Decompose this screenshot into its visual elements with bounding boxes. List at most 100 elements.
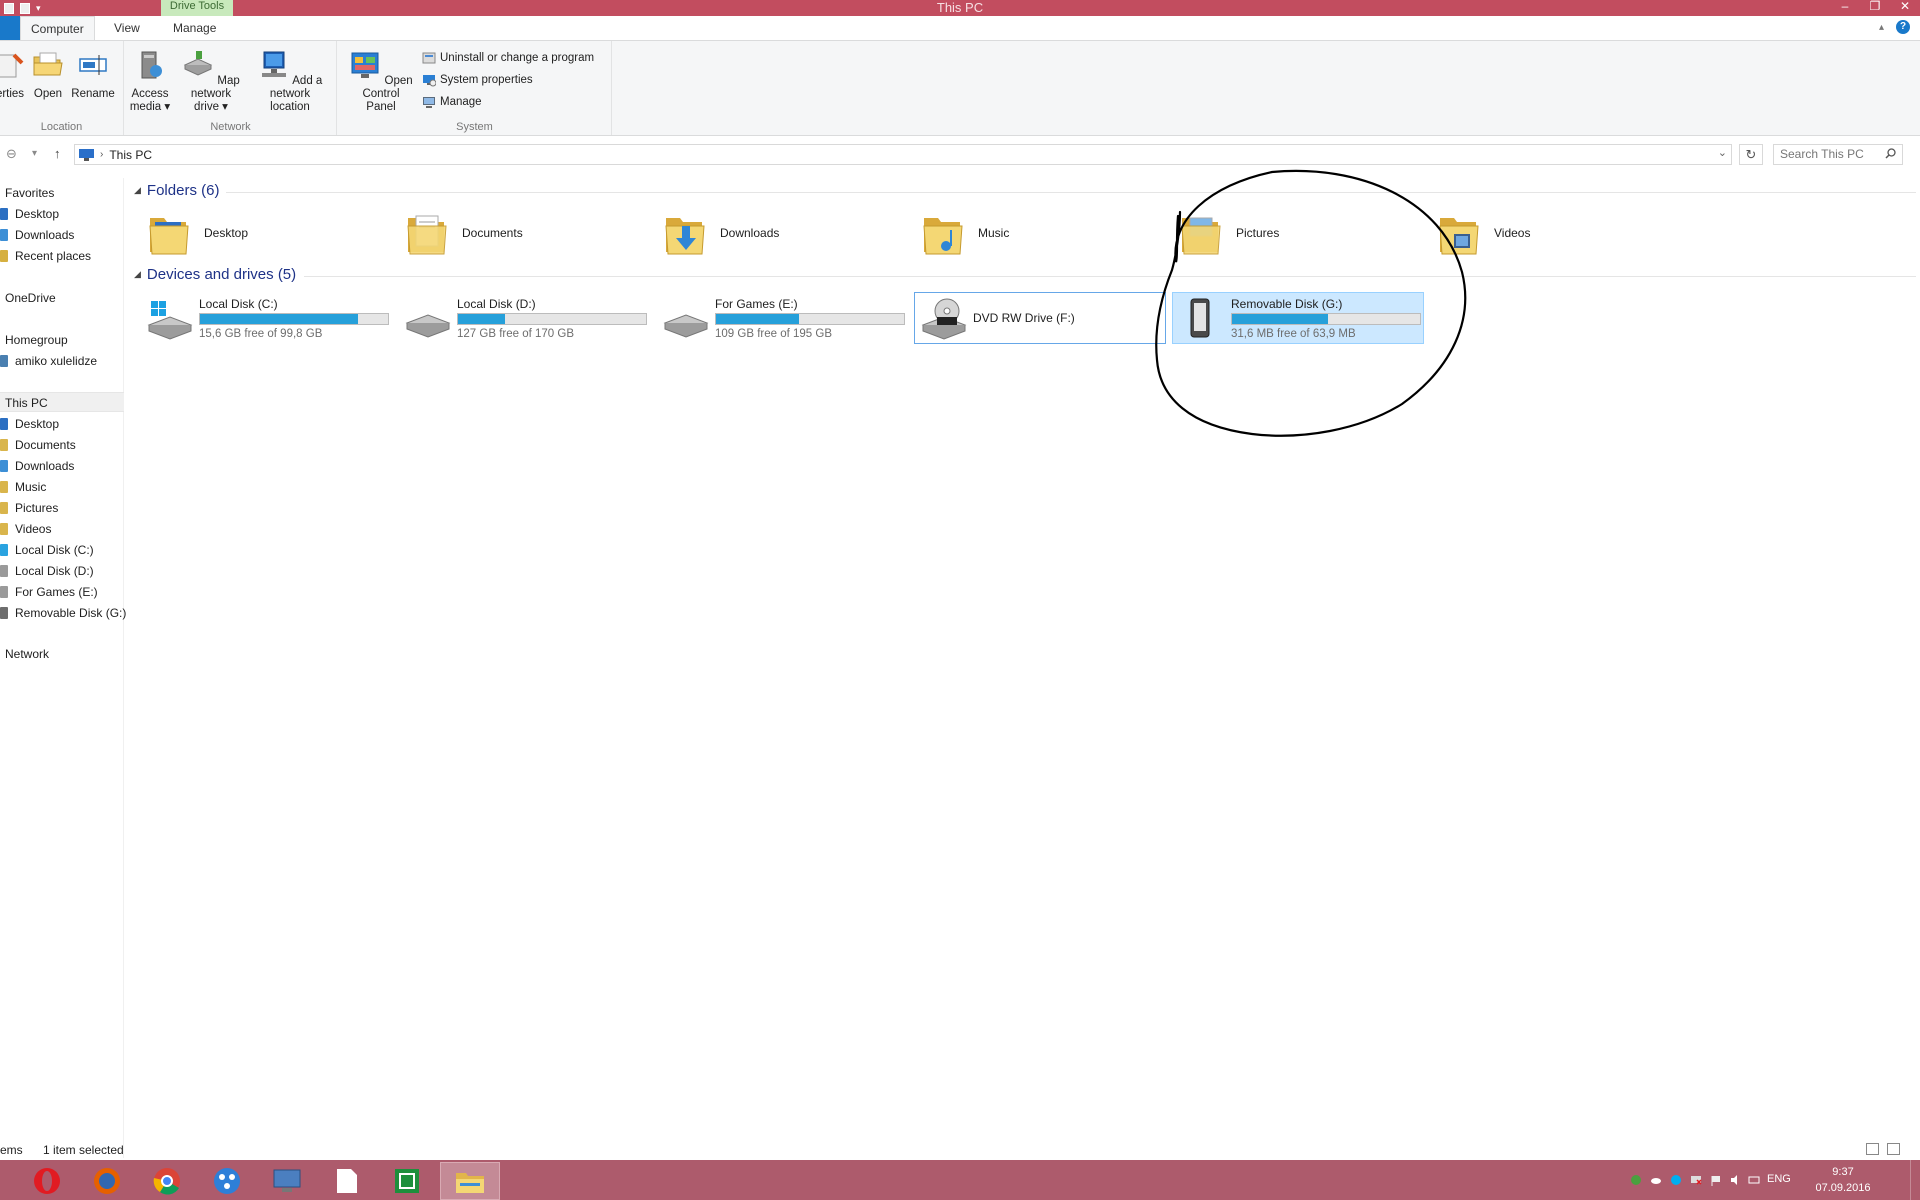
nav-item-for-games-e[interactable]: For Games (E:) [0,582,124,602]
collapse-triangle-icon[interactable]: ◢ [134,269,141,280]
map-network-drive-line2: drive ▾ [194,101,228,113]
flag-icon[interactable] [1710,1174,1722,1186]
breadcrumb-chevron-icon[interactable]: › [100,149,103,160]
uninstall-program-button[interactable]: Uninstall or change a program [422,51,594,65]
window-title: This PC [936,0,984,15]
rename-button[interactable]: Rename [70,49,116,101]
nav-item-pc-pictures[interactable]: Pictures [0,498,124,518]
downloads-icon [0,229,8,241]
onedrive-icon[interactable] [1650,1174,1662,1186]
taskbar-app-network[interactable] [200,1162,254,1200]
tab-computer[interactable]: Computer [20,16,95,41]
drive-removable-disk-g[interactable]: Removable Disk (G:) 31,6 MB free of 63,9… [1172,292,1424,344]
uninstall-icon [422,52,436,64]
skype-icon[interactable] [1670,1174,1682,1186]
minimize-button[interactable]: – [1830,0,1860,16]
drive-dvd-rw-f[interactable]: DVD RW Drive (F:) [914,292,1166,344]
system-properties-button[interactable]: System properties [422,73,533,87]
large-icons-view-icon[interactable] [1887,1143,1900,1155]
details-view-icon[interactable] [1866,1143,1879,1155]
taskbar-app-firefox[interactable] [80,1162,134,1200]
nav-this-pc[interactable]: This PC [0,392,124,412]
network-status-icon[interactable] [1690,1174,1702,1186]
ribbon-group-label: Location [40,121,83,133]
refresh-button[interactable]: ↻ [1739,144,1763,165]
show-desktop-button[interactable] [1910,1160,1918,1200]
taskbar-app-chrome[interactable] [140,1162,194,1200]
nav-item-local-disk-c[interactable]: Local Disk (C:) [0,540,124,560]
back-arrow-icon[interactable]: ⊖ [6,146,17,162]
close-button[interactable]: ✕ [1890,0,1920,16]
drive-free-space: 127 GB free of 170 GB [457,328,574,340]
nav-item-pc-desktop[interactable]: Desktop [0,414,124,434]
open-control-panel-button[interactable]: Open Control Panel [342,49,420,114]
nav-item-pc-music[interactable]: Music [0,477,124,497]
volume-icon[interactable] [1730,1174,1742,1186]
help-icon[interactable]: ? [1896,20,1910,34]
nav-network[interactable]: Network [0,644,124,664]
properties-icon [0,53,24,78]
address-bar[interactable]: › This PC ⌄ [74,144,1732,165]
drive-free-space: 31,6 MB free of 63,9 MB [1231,328,1356,340]
folder-pictures[interactable]: Pictures [1172,206,1422,262]
folder-documents[interactable]: Documents [398,206,648,262]
taskbar-app-opera[interactable] [20,1162,74,1200]
nav-item-downloads[interactable]: Downloads [0,225,124,245]
nav-item-homegroup-user[interactable]: amiko xulelidze [0,351,124,371]
drive-icon [0,586,8,598]
nav-favorites[interactable]: Favorites [0,183,124,203]
access-media-button[interactable]: Access media ▾ [129,49,171,114]
taskbar-app-remote[interactable] [260,1162,314,1200]
section-devices-and-drives[interactable]: ◢ Devices and drives (5) [134,266,1916,286]
collapse-ribbon-icon[interactable]: ▴ [1879,22,1884,33]
folder-desktop[interactable]: Desktop [140,206,390,262]
nav-item-desktop[interactable]: Desktop [0,204,124,224]
status-selection: 1 item selected [43,1143,124,1157]
map-network-drive-button[interactable]: Map network drive ▾ [173,49,249,114]
nav-homegroup[interactable]: Homegroup [0,330,124,350]
nav-item-pc-documents[interactable]: Documents [0,435,124,455]
folder-videos[interactable]: Videos [1430,206,1680,262]
nav-onedrive[interactable]: OneDrive [0,288,124,308]
nav-item-pc-downloads[interactable]: Downloads [0,456,124,476]
title-bar[interactable]: ▾ Drive Tools This PC – ❐ ✕ [0,0,1920,16]
drive-free-space: 15,6 GB free of 99,8 GB [199,328,323,340]
recent-locations-icon[interactable]: ▾ [32,148,37,159]
drive-for-games-e[interactable]: For Games (E:) 109 GB free of 195 GB [656,292,908,344]
collapse-triangle-icon[interactable]: ◢ [134,185,141,196]
taskbar-app-excel[interactable] [380,1162,434,1200]
input-language[interactable]: ENG [1767,1173,1791,1185]
address-dropdown-icon[interactable]: ⌄ [1718,146,1727,159]
nav-item-local-disk-d[interactable]: Local Disk (D:) [0,561,124,581]
tab-file[interactable] [0,16,20,40]
security-icon[interactable] [1630,1174,1642,1186]
folder-downloads[interactable]: Downloads [656,206,906,262]
taskbar-app-file[interactable] [320,1162,374,1200]
tab-view[interactable]: View [104,16,150,40]
open-button[interactable]: Open [30,49,66,101]
navigation-pane: Favorites Desktop Downloads Recent place… [0,178,126,1158]
taskbar-app-file-explorer[interactable] [440,1162,500,1200]
search-input[interactable]: Search This PC [1773,144,1903,165]
up-arrow-icon[interactable]: ↑ [54,146,61,161]
nav-item-removable-disk-g[interactable]: Removable Disk (G:) [0,603,126,623]
maximize-button[interactable]: ❐ [1860,0,1890,16]
clock[interactable]: 9:37 07.09.2016 [1813,1164,1873,1196]
breadcrumb-this-pc[interactable]: This PC [109,148,152,162]
section-folders[interactable]: ◢ Folders (6) [134,182,1916,202]
nav-item-recent-places[interactable]: Recent places [0,246,124,266]
network-app-icon [214,1168,240,1194]
drive-local-disk-d[interactable]: Local Disk (D:) 127 GB free of 170 GB [398,292,650,344]
folder-music[interactable]: Music [914,206,1164,262]
manage-button[interactable]: Manage [422,95,482,109]
section-drives-title: Devices and drives (5) [146,266,297,283]
tab-manage[interactable]: Manage [163,16,226,40]
drive-local-disk-c[interactable]: Local Disk (C:) 15,6 GB free of 99,8 GB [140,292,392,344]
add-network-location-button[interactable]: Add a network location [247,49,333,114]
open-folder-icon [33,52,63,76]
start-button[interactable] [0,1162,18,1200]
nav-item-pc-videos[interactable]: Videos [0,519,124,539]
properties-button[interactable]: erties [0,49,26,101]
keyboard-icon[interactable] [1748,1174,1760,1186]
system-properties-icon [423,75,436,87]
